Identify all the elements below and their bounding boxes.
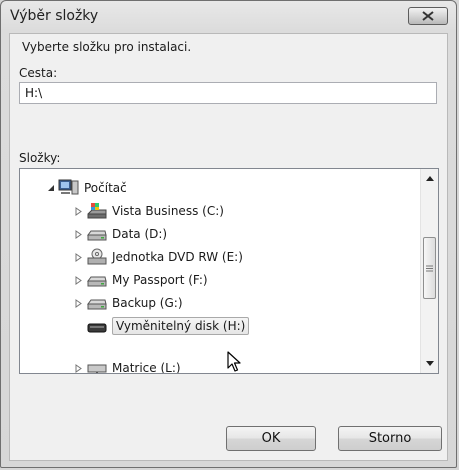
dvd-drive-icon [86, 248, 108, 266]
collapse-arrow-icon[interactable] [44, 184, 58, 192]
scroll-down-icon [425, 361, 434, 366]
close-icon [422, 11, 434, 21]
scroll-up-icon [425, 176, 434, 181]
tree-item-drive-d[interactable]: Data (D:) [72, 223, 167, 245]
tree-item-label: Backup (G:) [112, 296, 183, 310]
path-input[interactable] [19, 82, 437, 104]
scrollbar-thumb[interactable] [423, 237, 436, 299]
expand-arrow-icon[interactable] [72, 363, 86, 373]
tree-item-label: Data (D:) [112, 227, 168, 241]
scroll-up-button[interactable] [421, 170, 438, 187]
tree-item-drive-g[interactable]: Backup (G:) [72, 292, 183, 314]
mouse-pointer-icon [227, 351, 241, 372]
network-drive-icon [86, 359, 108, 373]
expand-arrow-icon[interactable] [72, 275, 86, 285]
tree-item-label: Jednotka DVD RW (E:) [112, 250, 243, 264]
ok-button[interactable]: OK [226, 426, 316, 451]
cancel-button[interactable]: Storno [338, 426, 442, 451]
expand-arrow-icon[interactable] [72, 298, 86, 308]
tree-item-label: Vista Business (C:) [112, 204, 224, 218]
tree-item-drive-c[interactable]: Vista Business (C:) [72, 200, 224, 222]
tree-item-drive-l[interactable]: Matrice (L:) [72, 357, 181, 374]
hard-drive-icon [86, 294, 108, 312]
folders-label: Složky: [19, 151, 61, 165]
expand-arrow-icon[interactable] [72, 252, 86, 262]
folder-tree[interactable]: Počítač Vista Business (C:) Data (D:) Je… [19, 168, 439, 374]
tree-item-drive-e[interactable]: Jednotka DVD RW (E:) [72, 246, 243, 268]
tree-scrollbar[interactable] [420, 169, 438, 373]
tree-item-label: Matrice (L:) [112, 361, 181, 374]
removable-disk-icon [86, 317, 108, 335]
close-button[interactable] [408, 7, 448, 25]
instruction-text: Vyberte složku pro instalaci. [22, 40, 192, 54]
system-drive-icon [86, 202, 108, 220]
tree-item-label: Vyměnitelný disk (H:) [112, 317, 250, 335]
tree-item-label: Počítač [84, 181, 127, 195]
window-title: Výběr složky [10, 8, 99, 24]
tree-item-computer[interactable]: Počítač [44, 177, 127, 199]
hard-drive-icon [86, 225, 108, 243]
path-label: Cesta: [19, 66, 58, 80]
tree-item-label: My Passport (F:) [112, 273, 208, 287]
scroll-down-button[interactable] [421, 355, 438, 372]
hard-drive-icon [86, 271, 108, 289]
grip-icon [426, 265, 433, 271]
tree-item-drive-f[interactable]: My Passport (F:) [72, 269, 208, 291]
computer-icon [58, 179, 80, 197]
tree-item-drive-h[interactable]: Vyměnitelný disk (H:) [86, 315, 250, 337]
expand-arrow-icon[interactable] [72, 206, 86, 216]
expand-arrow-icon[interactable] [72, 229, 86, 239]
